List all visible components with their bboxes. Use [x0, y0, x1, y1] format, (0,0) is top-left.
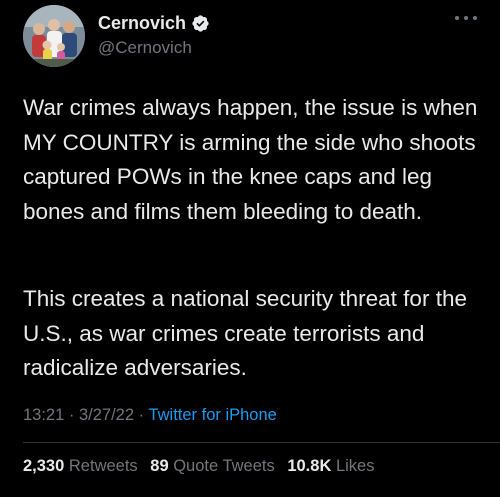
more-options-icon[interactable] [455, 12, 477, 24]
quote-tweets-count: 89 [150, 457, 169, 475]
tweet-text-paragraph: This creates a national security threat … [23, 286, 467, 380]
tweet-metadata: 13:21 · 3/27/22 · Twitter for iPhone [23, 404, 277, 426]
likes-stat[interactable]: 10.8K Likes [287, 457, 374, 475]
retweets-count: 2,330 [23, 457, 65, 475]
more-dot [455, 16, 459, 20]
likes-count: 10.8K [287, 457, 332, 475]
divider [23, 442, 500, 443]
author-handle[interactable]: @Cernovich [98, 37, 192, 59]
meta-separator: · [138, 406, 145, 424]
meta-separator: · [68, 406, 75, 424]
engagement-stats: 2,330 Retweets 89 Quote Tweets 10.8K Lik… [23, 455, 382, 477]
avatar[interactable] [23, 5, 85, 67]
tweet-time[interactable]: 13:21 [23, 406, 64, 424]
retweets-stat[interactable]: 2,330 Retweets [23, 457, 138, 475]
tweet-source-link[interactable]: Twitter for iPhone [148, 406, 276, 424]
tweet-date[interactable]: 3/27/22 [79, 406, 134, 424]
display-name[interactable]: Cernovich [98, 11, 186, 35]
tweet-text-paragraph: War crimes always happen, the issue is w… [23, 95, 478, 224]
likes-label: Likes [335, 457, 375, 475]
verified-badge-icon [191, 14, 210, 33]
more-dot [464, 16, 468, 20]
tweet: Cernovich @Cernovich War crimes always h… [0, 0, 500, 497]
retweets-label: Retweets [68, 457, 138, 475]
author-name-row[interactable]: Cernovich [98, 11, 210, 35]
more-dot [473, 16, 477, 20]
quote-tweets-label: Quote Tweets [173, 457, 275, 475]
quote-tweets-stat[interactable]: 89 Quote Tweets [150, 457, 274, 475]
